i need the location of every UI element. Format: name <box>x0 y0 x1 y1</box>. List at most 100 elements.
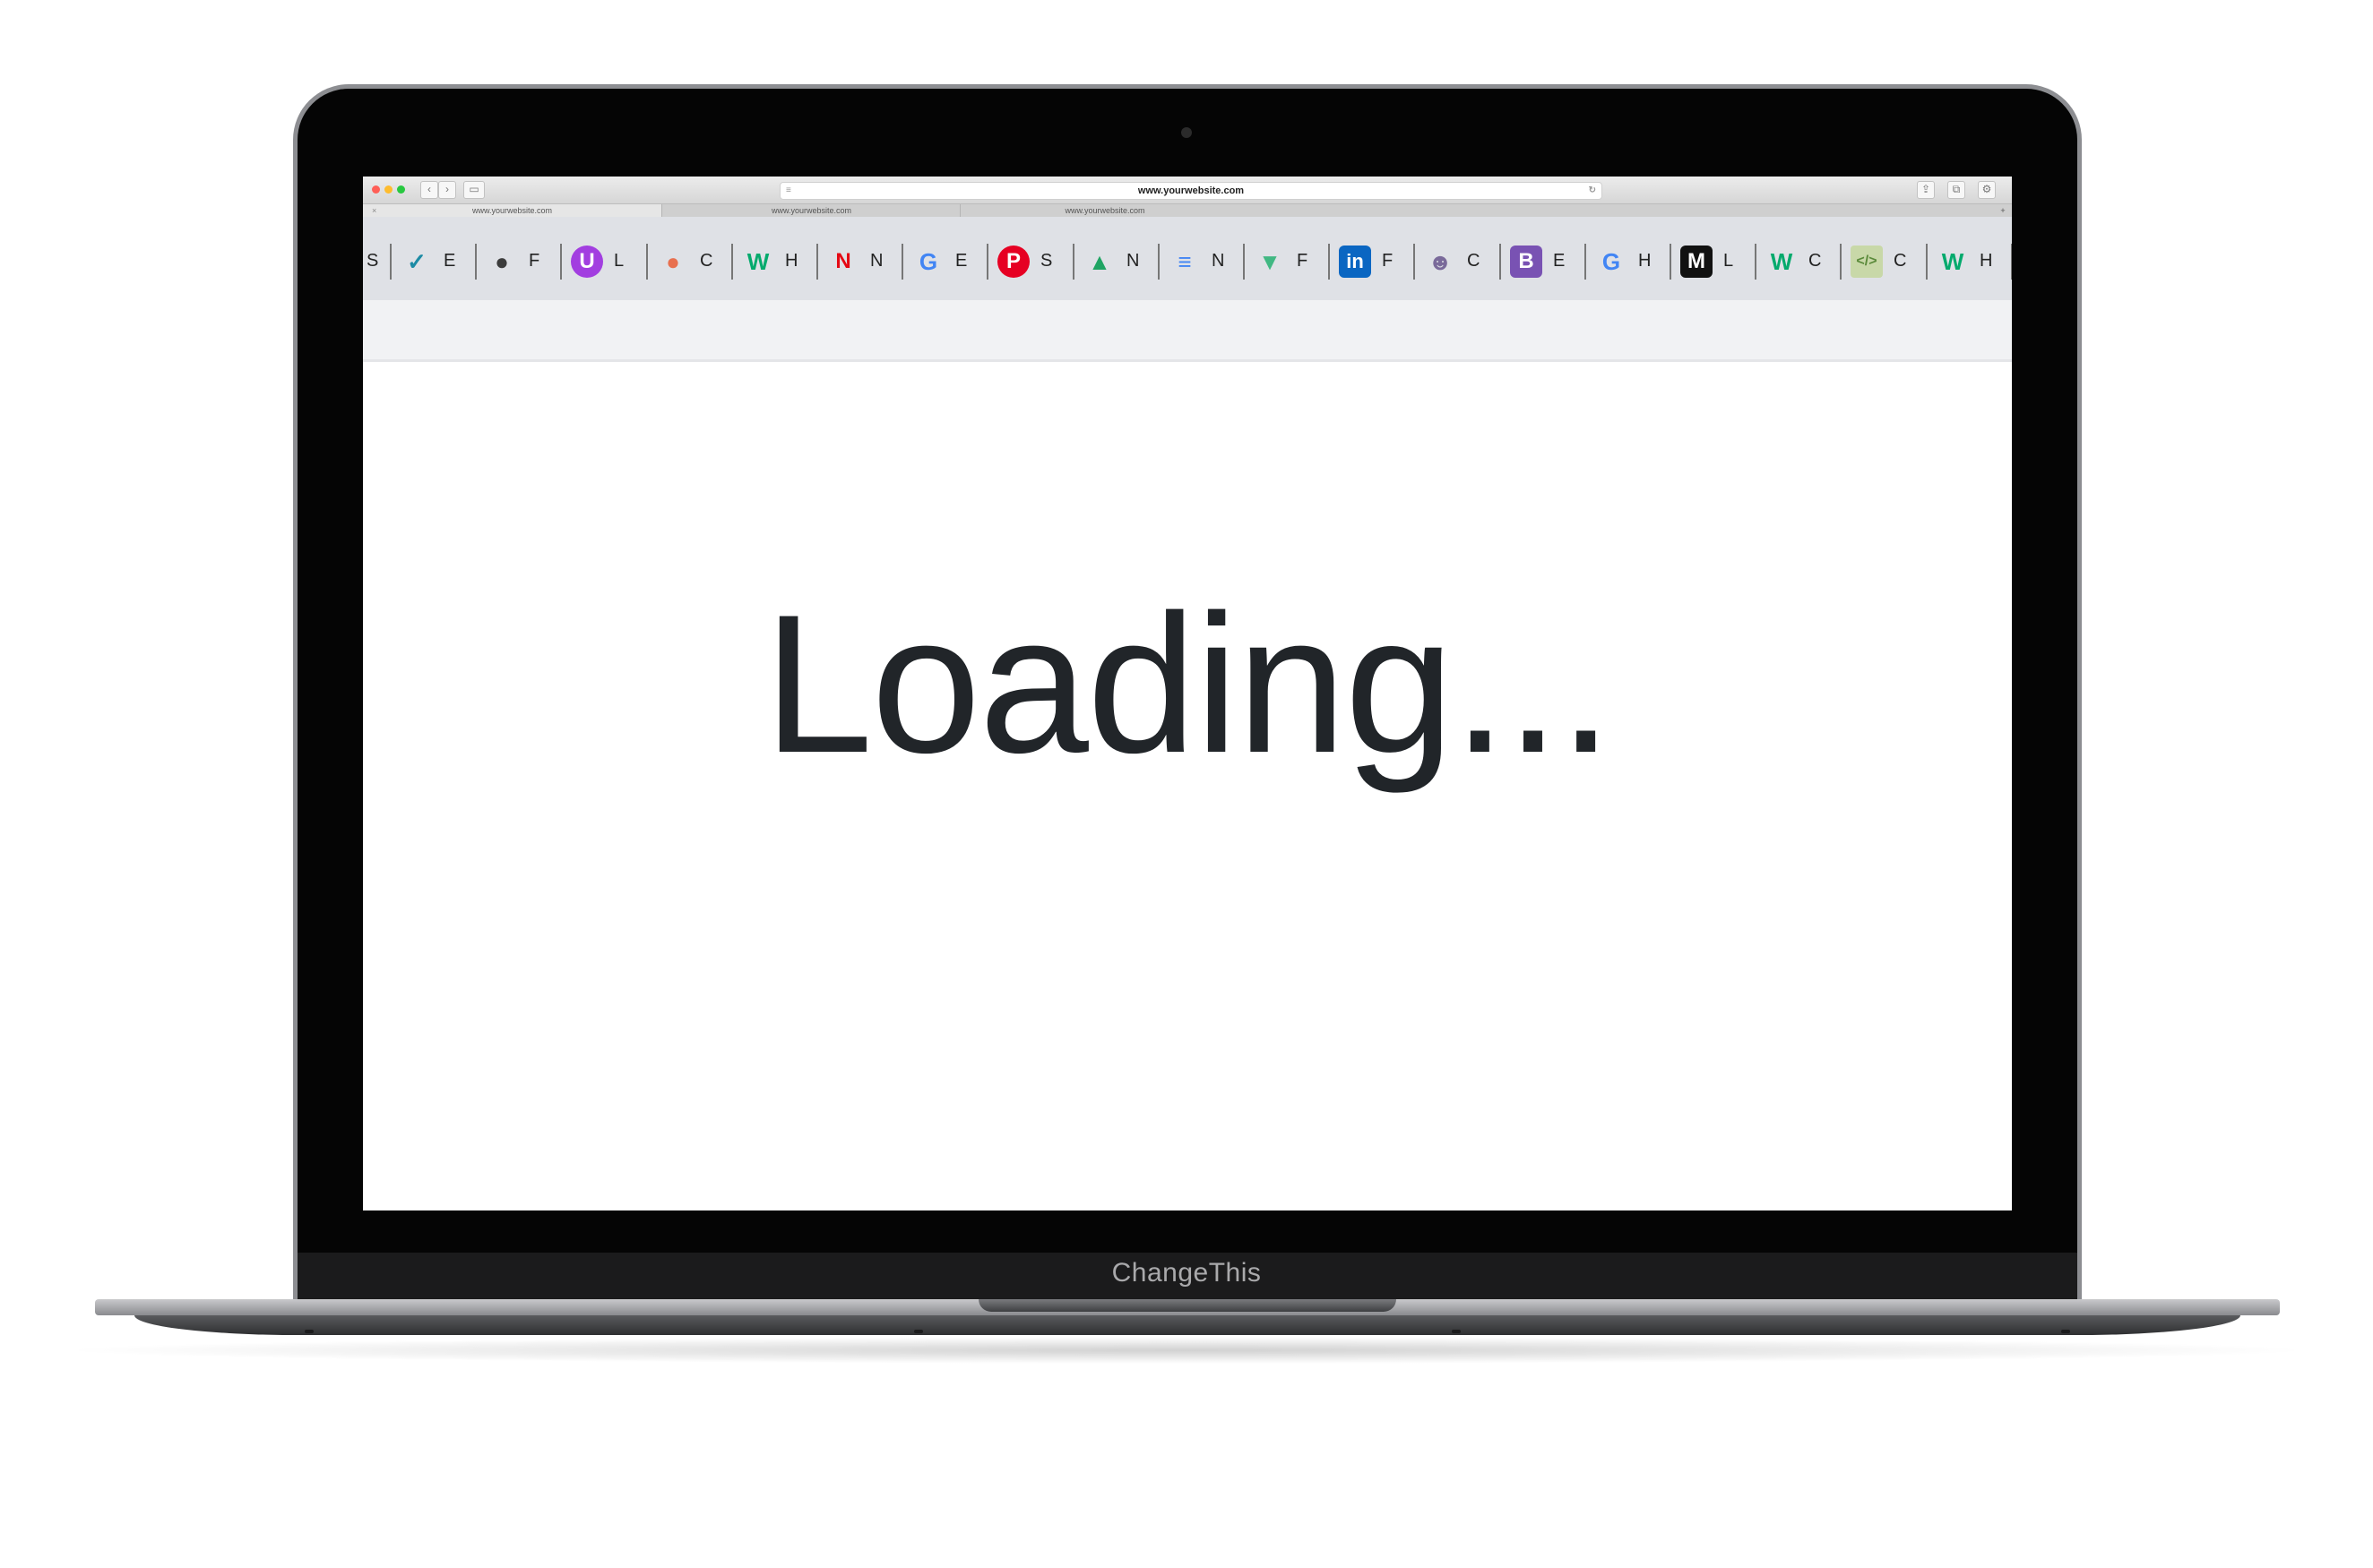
bookmark-item[interactable]: ☻ C <box>1413 244 1498 280</box>
tabs-overview-icon[interactable]: ⧉ <box>1947 181 1965 199</box>
google-icon: G <box>919 247 938 275</box>
bookmark-item[interactable]: ≡ N <box>1158 244 1243 280</box>
extensions-icon[interactable]: ⚙ <box>1978 181 1996 199</box>
bookmark-item[interactable]: ● F <box>475 244 560 280</box>
minimize-window-icon[interactable] <box>384 185 393 194</box>
back-button[interactable]: ‹ <box>420 181 438 199</box>
tab-close-icon[interactable]: × <box>372 204 376 217</box>
person-icon: ☻ <box>1428 247 1453 275</box>
bookmark-divider <box>816 244 818 280</box>
bookmark-label: E <box>444 251 456 271</box>
share-icon[interactable]: ⇪ <box>1917 181 1935 199</box>
laptop-foot <box>1452 1330 1461 1333</box>
camera-icon <box>1181 127 1192 138</box>
bookmark-divider <box>1840 244 1842 280</box>
laptop-foot <box>2061 1330 2070 1333</box>
bookmark-label: N <box>1126 251 1140 271</box>
bookmark-label: H <box>785 251 798 271</box>
tab-3[interactable]: www.yourwebsite.com <box>960 204 1249 217</box>
bookmark-item[interactable]: </> C <box>1840 244 1925 280</box>
bookmark-divider <box>1413 244 1415 280</box>
loading-message: Loading... <box>763 573 1613 794</box>
bookmark-item[interactable]: ✓ E <box>390 244 475 280</box>
sunset-icon: ● <box>666 247 680 275</box>
bookmark-divider <box>1670 244 1671 280</box>
bookmark-item[interactable]: GH <box>1584 244 1670 280</box>
bookmark-item[interactable]: UL <box>560 244 645 280</box>
bookmark-divider <box>1926 244 1928 280</box>
bookmark-divider <box>646 244 648 280</box>
bookmark-label: C <box>1808 251 1822 271</box>
bookmark-divider <box>1499 244 1501 280</box>
bookmark-divider <box>1755 244 1756 280</box>
forward-button[interactable]: › <box>438 181 456 199</box>
globe-icon: ● <box>495 247 509 275</box>
bookmark-divider <box>1158 244 1160 280</box>
bookmark-divider <box>902 244 903 280</box>
w3schools-icon: W <box>746 247 770 275</box>
bookmark-item[interactable]: ML <box>1670 244 1755 280</box>
bookmark-divider <box>1328 244 1330 280</box>
bookmark-label: C <box>700 251 713 271</box>
bookmark-item[interactable]: WH <box>731 244 816 280</box>
bookmark-divider <box>2011 244 2012 280</box>
tab-1[interactable]: × www.yourwebsite.com <box>363 204 661 217</box>
google-drive-icon: ▲ <box>1088 247 1111 275</box>
google-icon: G <box>1601 247 1621 275</box>
bookmark-label: C <box>1894 251 1907 271</box>
bookmark-item[interactable]: in F <box>1328 244 1413 280</box>
laptop-foot <box>305 1330 314 1333</box>
bookmark-item[interactable]: ▼ F <box>1243 244 1328 280</box>
reader-icon[interactable]: ≡ <box>786 183 791 199</box>
tab-label: www.yourwebsite.com <box>1065 206 1145 215</box>
bookmark-label: H <box>1980 251 1993 271</box>
bookmark-divider <box>560 244 562 280</box>
linkedin-icon: in <box>1339 246 1371 278</box>
bookmark-item[interactable]: WC <box>1755 244 1840 280</box>
bookmark-label: F <box>1297 251 1308 271</box>
bookmark-label: S <box>367 251 379 271</box>
bookmark-divider <box>1243 244 1245 280</box>
bookmark-item[interactable]: GE <box>902 244 987 280</box>
netflix-icon: N <box>835 249 851 273</box>
bookmark-label: F <box>1382 251 1394 271</box>
bookmark-label: E <box>955 251 968 271</box>
bookmark-divider <box>1073 244 1074 280</box>
bookmark-item[interactable]: ▲ N <box>1073 244 1158 280</box>
tab-label: www.yourwebsite.com <box>471 206 553 215</box>
bookmark-divider <box>390 244 392 280</box>
bookmark-label: L <box>614 251 625 271</box>
address-text: www.yourwebsite.com <box>1137 185 1245 196</box>
bookmark-label: F <box>529 251 540 271</box>
address-bar[interactable]: ≡ www.yourwebsite.com ↻ <box>780 182 1602 200</box>
bookmark-item[interactable]: WH <box>1926 244 2011 280</box>
w3schools-icon: W <box>1941 247 1964 275</box>
page-header-bar <box>363 300 2012 362</box>
sidebar-icon[interactable]: ▭ <box>463 181 485 199</box>
bookmark-label: C <box>1467 251 1480 271</box>
laptop-screen: ‹ › ▭ ≡ www.yourwebsite.com ↻ ⇪ ⧉ ⚙ × ww… <box>363 177 2012 1210</box>
u-circle-icon: U <box>571 246 603 278</box>
bookmark-item[interactable]: ● C <box>646 244 731 280</box>
bookmark-item[interactable]: NN <box>816 244 902 280</box>
browser-toolbar: ‹ › ▭ ≡ www.yourwebsite.com ↻ ⇪ ⧉ ⚙ <box>363 177 2012 203</box>
maximize-window-icon[interactable] <box>397 185 405 194</box>
bookmark-divider <box>987 244 988 280</box>
bootstrap-icon: B <box>1510 246 1542 278</box>
laptop-brand-label: ChangeThis <box>1111 1258 1262 1288</box>
bookmark-divider <box>1584 244 1586 280</box>
reload-icon[interactable]: ↻ <box>1589 183 1596 199</box>
check-diamond-icon: ✓ <box>407 247 427 275</box>
laptop-notch <box>979 1299 1396 1312</box>
laptop-base-bottom <box>134 1315 2240 1335</box>
tab-bar: × www.yourwebsite.com www.yourwebsite.co… <box>363 203 2012 217</box>
w3schools-icon: W <box>1770 247 1793 275</box>
tab-2[interactable]: www.yourwebsite.com <box>661 204 961 217</box>
bookmark-label: N <box>1212 251 1225 271</box>
bookmark-item[interactable]: BE <box>1499 244 1584 280</box>
bookmark-item[interactable]: PS <box>987 244 1072 280</box>
close-window-icon[interactable] <box>372 185 380 194</box>
bookmark-divider <box>731 244 733 280</box>
bookmark-label: L <box>1723 251 1734 271</box>
new-tab-button[interactable]: + <box>1994 204 2012 217</box>
